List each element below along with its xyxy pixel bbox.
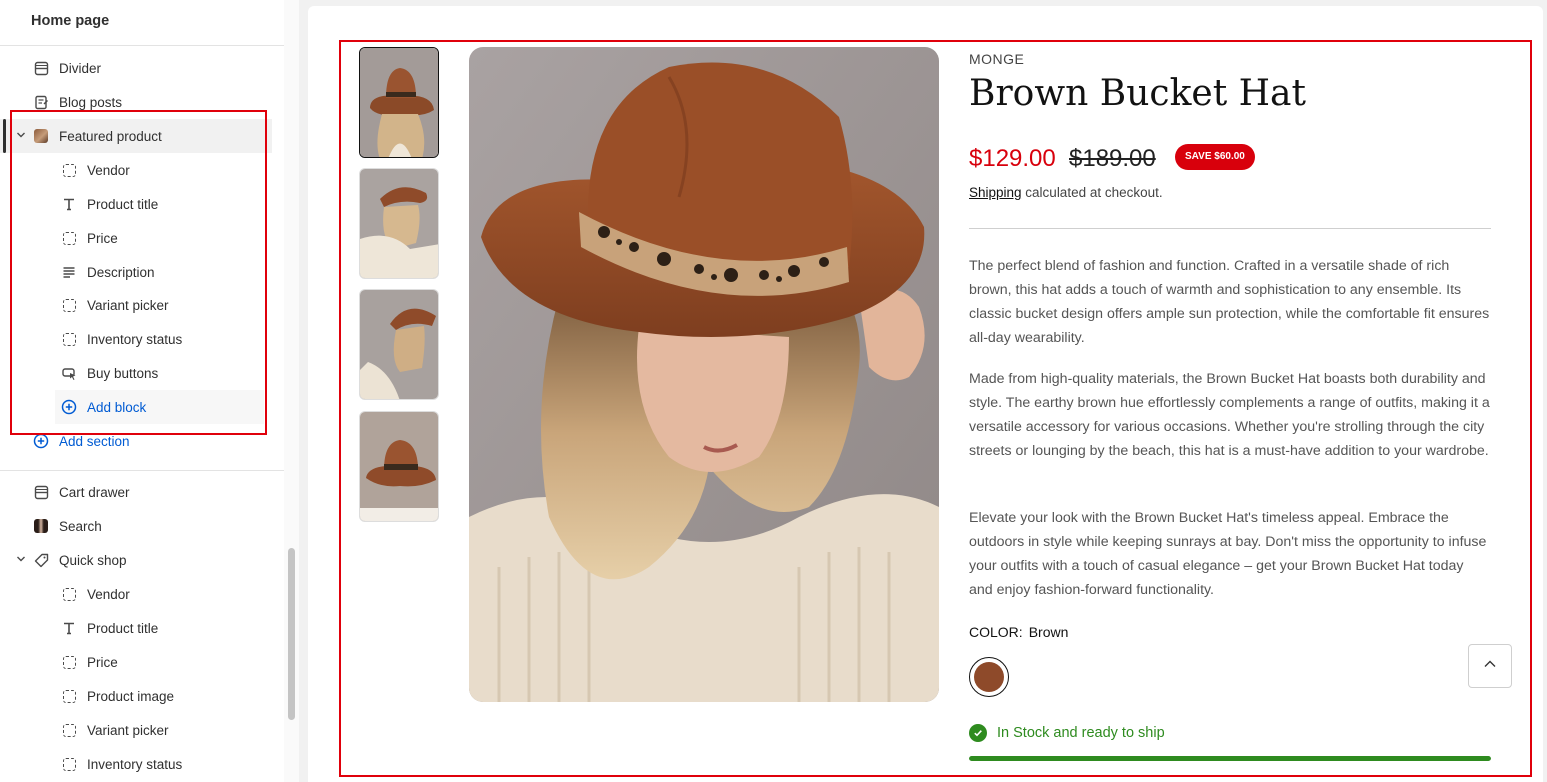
inventory-status: In Stock and ready to ship [969, 724, 1165, 742]
description-paragraph: Made from high-quality materials, the Br… [969, 371, 1490, 459]
block-icon [61, 230, 77, 246]
block-icon [61, 331, 77, 347]
color-option: COLOR: Brown [969, 624, 1068, 640]
shipping-link[interactable]: Shipping [969, 185, 1022, 200]
block-icon [61, 654, 77, 670]
search-thumbnail-icon [33, 518, 49, 534]
tree-block-price[interactable]: Price [0, 221, 272, 255]
tree-block-inventory-status[interactable]: Inventory status [0, 322, 272, 356]
tag-icon [33, 552, 49, 568]
tree-item-blog-posts[interactable]: Blog posts [0, 85, 272, 119]
tree-block-product-image[interactable]: Product image [0, 679, 272, 713]
blog-post-icon [33, 94, 49, 110]
tree-item-featured-product[interactable]: Featured product [0, 119, 272, 153]
product-thumbnail[interactable] [359, 411, 439, 522]
plus-circle-icon [33, 433, 49, 449]
sale-price: $129.00 [969, 145, 1056, 172]
tree-item-divider[interactable]: Divider [0, 51, 272, 85]
tree-item-label: Featured product [59, 128, 162, 144]
tree-block-label: Product title [87, 620, 159, 636]
editor-sidebar: Home page Divider Blog posts Featured pr… [0, 0, 299, 782]
product-title: Brown Bucket Hat [969, 73, 1306, 114]
tree-block-price[interactable]: Price [0, 645, 272, 679]
tree-block-label: Variant picker [87, 297, 169, 313]
paragraph-icon [61, 264, 77, 280]
tree-block-label: Product title [87, 196, 159, 212]
tree-item-search[interactable]: Search [0, 509, 272, 543]
tree-item-cart-drawer[interactable]: Cart drawer [0, 475, 272, 509]
selection-indicator [3, 119, 6, 153]
description-paragraph: Elevate your look with the Brown Bucket … [969, 510, 1487, 598]
product-thumbnail-icon [33, 128, 49, 144]
divider-icon [33, 60, 49, 76]
tree-block-product-title[interactable]: Product title [0, 611, 272, 645]
plus-circle-icon [61, 399, 77, 415]
tree-block-label: Description [87, 264, 155, 280]
add-block-label: Add block [87, 399, 147, 415]
tree-block-label: Vendor [87, 586, 130, 602]
tree-block-variant-picker[interactable]: Variant picker [0, 713, 272, 747]
add-section-label: Add section [59, 433, 130, 449]
shipping-note: Shipping calculated at checkout. [969, 185, 1163, 200]
chevron-up-icon [1482, 656, 1498, 677]
tree-block-label: Price [87, 654, 118, 670]
inventory-bar [969, 756, 1491, 761]
add-block-button[interactable]: Add block [55, 390, 264, 424]
tree-block-label: Inventory status [87, 331, 183, 347]
back-to-top-button[interactable] [1468, 644, 1512, 688]
inventory-bar-fill [969, 756, 1491, 761]
tree-block-variant-picker[interactable]: Variant picker [0, 288, 272, 322]
text-icon [61, 196, 77, 212]
check-circle-icon [969, 724, 987, 742]
tree-block-label: Price [87, 230, 118, 246]
product-vendor[interactable]: MONGE [969, 51, 1024, 67]
product-thumbnail[interactable] [359, 289, 439, 400]
chevron-down-icon[interactable] [15, 130, 27, 142]
block-icon [61, 162, 77, 178]
add-section-button[interactable]: Add section [0, 424, 272, 458]
cursor-button-icon [61, 365, 77, 381]
chevron-down-icon[interactable] [15, 554, 27, 566]
tree-item-label: Divider [59, 60, 102, 76]
color-swatch-brown[interactable] [969, 657, 1009, 697]
color-label: COLOR: [969, 624, 1023, 640]
tree-item-quick-shop[interactable]: Quick shop [0, 543, 272, 577]
tree-block-label: Product image [87, 688, 175, 704]
block-icon [61, 297, 77, 313]
color-value: Brown [1028, 624, 1069, 640]
divider [969, 228, 1491, 229]
block-icon [61, 756, 77, 772]
tree-item-label: Blog posts [59, 94, 123, 110]
sidebar-divider [0, 470, 284, 471]
block-icon [61, 722, 77, 738]
product-thumbnail[interactable] [359, 47, 439, 158]
sidebar-scrollbar-thumb[interactable] [288, 548, 295, 720]
tree-block-label: Buy buttons [87, 365, 159, 381]
product-main-image[interactable] [469, 47, 939, 702]
tree-item-label: Quick shop [59, 552, 127, 568]
product-thumbnail[interactable] [359, 168, 439, 279]
block-icon [61, 688, 77, 704]
save-badge: SAVE $60.00 [1175, 144, 1255, 170]
shipping-note-text: calculated at checkout. [1021, 185, 1163, 200]
swatch-fill [974, 662, 1004, 692]
description-paragraph: The perfect blend of fashion and functio… [969, 258, 1490, 346]
tree-block-label: Inventory status [87, 756, 183, 772]
tree-block-product-title[interactable]: Product title [0, 187, 272, 221]
tree-item-label: Search [59, 518, 102, 534]
tree-item-label: Cart drawer [59, 484, 130, 500]
sidebar-title: Home page [0, 0, 298, 46]
tree-block-inventory-status[interactable]: Inventory status [0, 747, 272, 781]
compare-at-price: $189.00 [1069, 145, 1156, 172]
tree-block-description[interactable]: Description [0, 255, 272, 289]
inventory-status-text: In Stock and ready to ship [997, 725, 1165, 741]
tree-block-buy-buttons[interactable]: Buy buttons [0, 356, 272, 390]
divider-icon [33, 484, 49, 500]
block-icon [61, 586, 77, 602]
tree-block-label: Vendor [87, 162, 130, 178]
tree-block-vendor[interactable]: Vendor [0, 153, 272, 187]
tree-block-label: Variant picker [87, 722, 169, 738]
text-icon [61, 620, 77, 636]
tree-block-vendor[interactable]: Vendor [0, 577, 272, 611]
